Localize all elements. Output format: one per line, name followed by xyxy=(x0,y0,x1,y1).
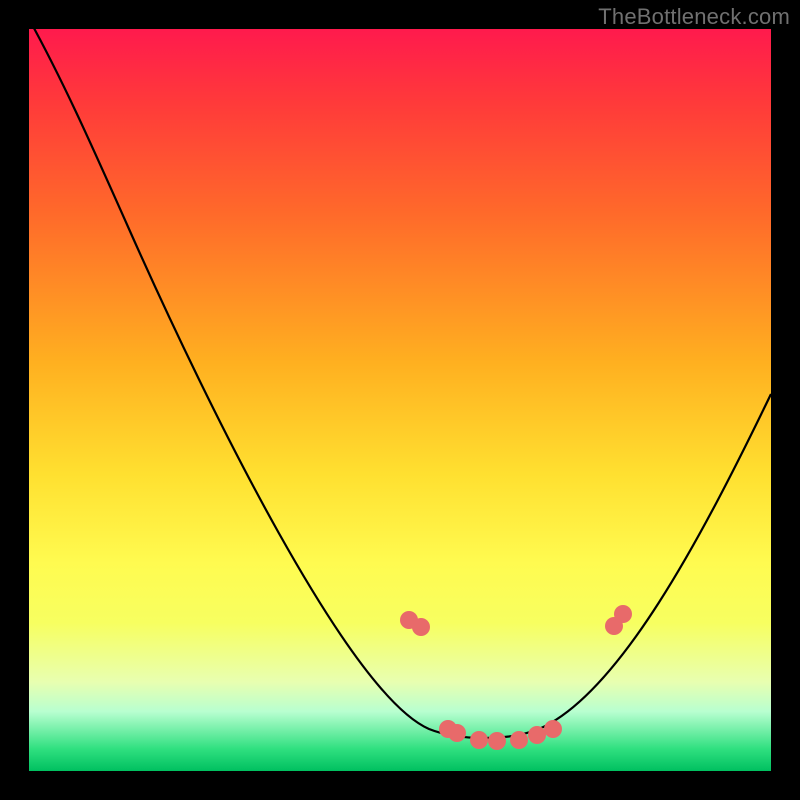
data-marker xyxy=(448,724,466,742)
chart-svg xyxy=(29,29,771,771)
data-marker xyxy=(488,732,506,750)
data-marker xyxy=(614,605,632,623)
data-marker xyxy=(412,618,430,636)
data-marker xyxy=(470,731,488,749)
data-marker xyxy=(510,731,528,749)
marker-group xyxy=(400,605,632,750)
data-marker xyxy=(528,726,546,744)
bottleneck-curve xyxy=(29,19,771,738)
watermark-text: TheBottleneck.com xyxy=(598,4,790,30)
data-marker xyxy=(544,720,562,738)
